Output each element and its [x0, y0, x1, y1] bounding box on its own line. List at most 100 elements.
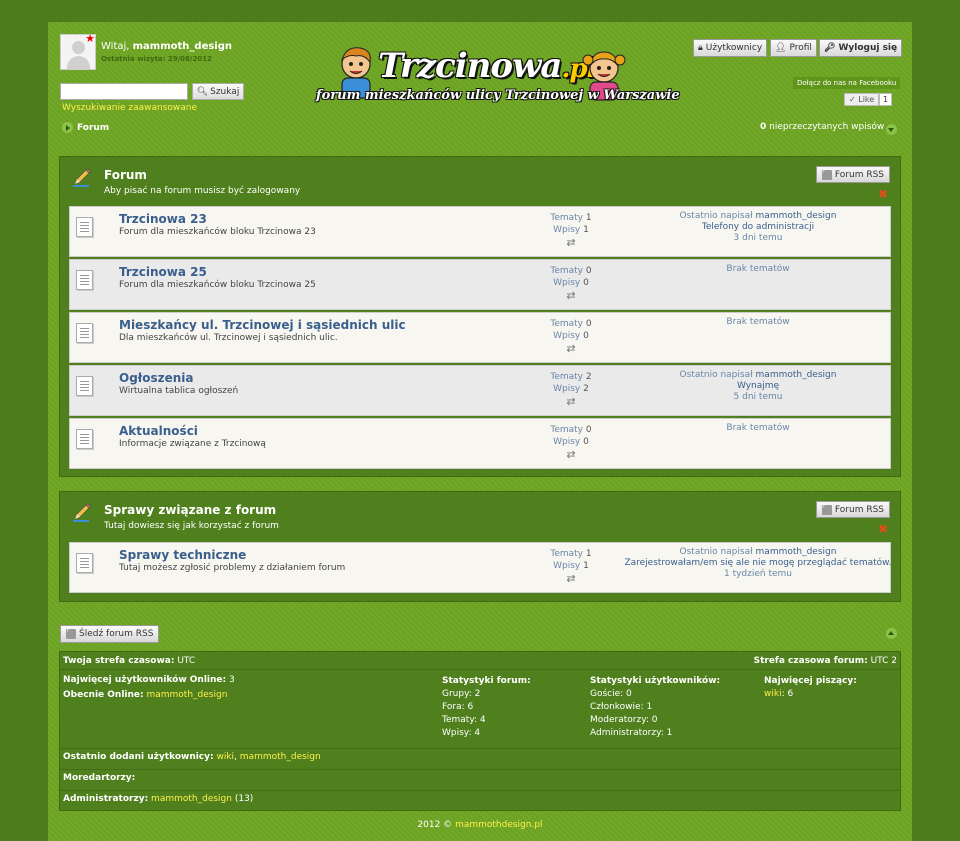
last-post-time: 3 dni temu: [733, 233, 783, 243]
forum-title[interactable]: Aktualności: [119, 424, 198, 438]
forum-document-icon: [76, 429, 93, 449]
profile-button[interactable]: 👤︎ Profil: [770, 39, 817, 57]
last-post: Brak tematów: [620, 317, 896, 328]
facebook-join-link[interactable]: Dołącz do nas na Facebooku: [793, 77, 901, 89]
collapse-x-icon[interactable]: ✖: [878, 523, 889, 535]
advanced-search-link[interactable]: Wyszukiwanie zaawansowane: [62, 103, 197, 113]
forum-stats-block: Statystyki forum: Grupy: 2 Fora: 6 Temat…: [442, 676, 531, 738]
username-link[interactable]: mammoth_design: [133, 41, 232, 52]
scroll-up-icon[interactable]: [886, 628, 897, 639]
forum-description: Informacje związane z Trzcinową: [119, 439, 266, 449]
rss-icon: [821, 168, 832, 180]
copyright-link[interactable]: mammothdesign.pl: [455, 820, 543, 830]
last-post-user[interactable]: mammoth_design: [756, 211, 837, 221]
reply-arrow-icon[interactable]: ⇄: [565, 573, 578, 584]
magnifier-icon: 🔍︎: [196, 86, 209, 97]
category-forum: Forum Aby pisać na forum musisz być zalo…: [59, 156, 901, 477]
forum-description: Forum dla mieszkańców bloku Trzcinowa 23: [119, 227, 316, 237]
forum-row: Trzcinowa 25 Forum dla mieszkańców bloku…: [69, 259, 891, 310]
forum-stats: Tematy 0 Wpisy 0 ⇄: [550, 319, 592, 355]
forum-title[interactable]: Ogłoszenia: [119, 371, 194, 385]
stats-panel: Twoja strefa czasowa: UTC Strefa czasowa…: [59, 651, 901, 811]
forum-document-icon: [76, 270, 93, 290]
last-post-topic[interactable]: Zarejestrowałam/em się ale nie mogę prze…: [620, 558, 896, 569]
collapse-x-icon[interactable]: ✖: [878, 188, 889, 200]
avatar[interactable]: ★: [60, 32, 96, 70]
recent-users: Ostatnio dodani użytkownicy: wiki, mammo…: [63, 752, 321, 762]
copyright: 2012 © mammothdesign.pl: [417, 820, 543, 830]
forum-rss-button[interactable]: Forum RSS: [815, 166, 890, 183]
like-button[interactable]: ✓ Like: [844, 93, 880, 106]
forum-timezone: Strefa czasowa forum: UTC 2: [753, 656, 897, 666]
scroll-down-icon[interactable]: [886, 124, 897, 135]
forum-row: Trzcinowa 23 Forum dla mieszkańców bloku…: [69, 206, 891, 257]
forum-description: Dla mieszkańców ul. Trzcinowej i sąsiedn…: [119, 333, 338, 343]
unread-posts-link[interactable]: 0 nieprzeczytanych wpisów: [760, 122, 884, 132]
like-count: 1: [879, 93, 893, 106]
forum-row: Sprawy techniczne Tutaj możesz zgłosić p…: [69, 542, 892, 593]
category-forum-matters: Sprawy związane z forum Tutaj dowiesz si…: [59, 491, 901, 602]
last-post-time: 5 dni temu: [733, 392, 783, 402]
last-post-time: 1 tydzień temu: [723, 569, 793, 579]
max-online: Najwięcej użytkowników Online: 3: [63, 675, 235, 685]
category-title[interactable]: Forum: [104, 168, 147, 182]
last-post-topic[interactable]: Telefony do administracji: [620, 222, 896, 233]
forum-title[interactable]: Mieszkańcy ul. Trzcinowej i sąsiednich u…: [119, 318, 406, 332]
logout-button[interactable]: 🔑︎ Wyloguj się: [819, 39, 903, 57]
follow-rss-button[interactable]: Śledź forum RSS: [60, 625, 160, 643]
search-button[interactable]: 🔍︎ Szukaj: [192, 83, 244, 100]
last-post: Ostatnio napisał mammoth_design Telefony…: [620, 211, 896, 244]
forum-row: Aktualności Informacje związane z Trzcin…: [69, 418, 891, 469]
lock-icon: 🔒︎: [698, 43, 703, 53]
forum-stats: Tematy 1 Wpisy 1 ⇄: [550, 549, 592, 585]
reply-arrow-icon[interactable]: ⇄: [565, 290, 578, 301]
forum-row: Mieszkańcy ul. Trzcinowej i sąsiednich u…: [69, 312, 891, 363]
search-input[interactable]: [60, 83, 188, 100]
reply-arrow-icon[interactable]: ⇄: [565, 343, 578, 354]
last-post-user[interactable]: mammoth_design: [756, 370, 837, 380]
forum-document-icon: [76, 553, 93, 573]
forum-title[interactable]: Trzcinowa 23: [119, 212, 207, 226]
pencil-icon: [73, 168, 91, 187]
last-post: Brak tematów: [620, 264, 896, 275]
site-logo[interactable]: Trzcinowa.pl forum mieszkańców ulicy Trz…: [314, 40, 680, 114]
user-stats-block: Statystyki użytkowników: Goście: 0 Człon…: [590, 676, 721, 738]
no-topics-text: Brak tematów: [726, 317, 790, 327]
timezone: Twoja strefa czasowa: UTC: [63, 656, 196, 666]
last-post: Ostatnio napisał mammoth_design Zarejest…: [620, 547, 896, 580]
forum-stats: Tematy 2 Wpisy 2 ⇄: [550, 372, 592, 408]
forum-title[interactable]: Trzcinowa 25: [119, 265, 207, 279]
forum-description: Tutaj możesz zgłosić problemy z działani…: [119, 563, 346, 573]
last-post-user[interactable]: mammoth_design: [756, 547, 837, 557]
users-button[interactable]: 🔒︎ Użytkownicy: [693, 39, 768, 57]
top-poster-link[interactable]: wiki: [764, 689, 782, 699]
now-online: Obecnie Online: mammoth_design: [63, 690, 228, 700]
forum-description: Forum dla mieszkańców bloku Trzcinowa 25: [119, 280, 316, 290]
key-icon: 🔑︎: [824, 43, 836, 53]
last-post: Brak tematów: [620, 423, 896, 434]
rss-icon: [821, 503, 832, 515]
forum-rss-button[interactable]: Forum RSS: [815, 501, 890, 518]
reply-arrow-icon[interactable]: ⇄: [565, 396, 578, 407]
user-icon: 👤︎: [775, 43, 787, 53]
forum-document-icon: [76, 323, 93, 343]
forum-row: Ogłoszenia Wirtualna tablica ogłoszeń Te…: [69, 365, 891, 416]
forum-stats: Tematy 0 Wpisy 0 ⇄: [550, 425, 592, 461]
breadcrumb[interactable]: Forum: [62, 122, 109, 133]
arrow-right-icon: [62, 122, 73, 133]
admin-user-link[interactable]: mammoth_design: [151, 794, 232, 804]
forum-stats: Tematy 1 Wpisy 1 ⇄: [550, 213, 592, 249]
reply-arrow-icon[interactable]: ⇄: [565, 449, 578, 460]
online-user-link[interactable]: mammoth_design: [146, 690, 227, 700]
last-post-topic[interactable]: Wynajmę: [620, 381, 896, 392]
no-topics-text: Brak tematów: [726, 264, 790, 274]
moderators: Moredartorzy:: [63, 773, 136, 783]
recent-user-link[interactable]: mammoth_design: [240, 752, 321, 762]
recent-user-link[interactable]: wiki: [216, 752, 234, 762]
administrators: Administratorzy: mammoth_design (13): [63, 794, 254, 804]
check-icon: ✓: [849, 95, 856, 104]
category-title[interactable]: Sprawy związane z forum: [104, 503, 276, 517]
rss-icon: [66, 627, 76, 639]
reply-arrow-icon[interactable]: ⇄: [565, 237, 578, 248]
forum-title[interactable]: Sprawy techniczne: [119, 548, 246, 562]
